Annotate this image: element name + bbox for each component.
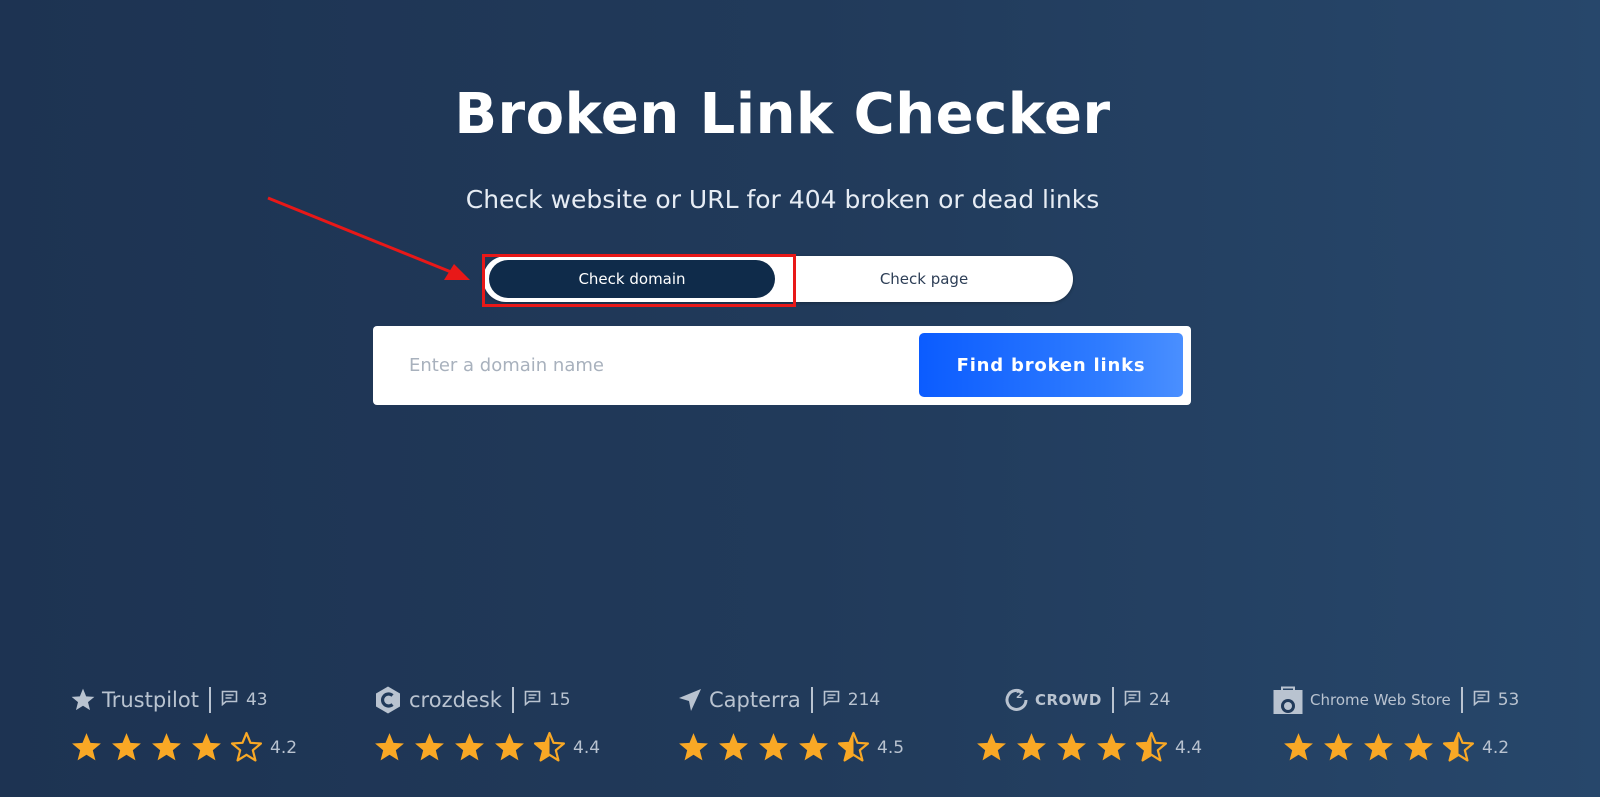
rating-g2-crowd[interactable]: 2 CROWD 24 4.4 bbox=[977, 680, 1293, 764]
review-count-value: 15 bbox=[548, 690, 571, 710]
mode-toggle: Check domain Check page bbox=[483, 256, 1073, 302]
chrome-store-logo-icon bbox=[1272, 684, 1304, 716]
star-full-icon bbox=[717, 731, 757, 764]
comment-icon bbox=[823, 690, 840, 711]
star-full-icon bbox=[150, 731, 190, 764]
review-count-value: 53 bbox=[1497, 690, 1520, 710]
rating-capterra[interactable]: Capterra 214 4.5 bbox=[677, 680, 967, 764]
svg-text:2: 2 bbox=[1016, 691, 1022, 701]
crozdesk-logo-icon bbox=[373, 685, 403, 715]
review-count: 15 bbox=[524, 690, 571, 711]
star-row: 4.2 bbox=[70, 731, 360, 764]
review-count: 53 bbox=[1473, 690, 1520, 711]
comment-icon bbox=[221, 690, 238, 711]
review-count-value: 43 bbox=[245, 690, 268, 710]
star-half-icon bbox=[837, 731, 877, 764]
star-full-icon bbox=[1055, 731, 1095, 764]
star-half-icon bbox=[533, 731, 573, 764]
star-full-icon bbox=[1402, 731, 1442, 764]
search-bar: Find broken links bbox=[373, 326, 1191, 405]
ratings-strip: Trustpilot 43 4.2 crozdesk 15 4.4 Capter… bbox=[0, 680, 1600, 790]
star-full-icon bbox=[70, 731, 110, 764]
star-row: 4.4 bbox=[373, 731, 663, 764]
crozdesk-brand: crozdesk bbox=[373, 685, 502, 715]
stars bbox=[70, 731, 270, 764]
star-full-icon bbox=[797, 731, 837, 764]
comment-icon bbox=[1124, 690, 1141, 711]
platform-name: CROWD bbox=[1035, 691, 1102, 709]
rating-score: 4.2 bbox=[1482, 737, 1510, 758]
find-broken-links-button[interactable]: Find broken links bbox=[919, 333, 1183, 397]
rating-trustpilot[interactable]: Trustpilot 43 4.2 bbox=[70, 680, 360, 764]
platform-name: crozdesk bbox=[409, 688, 502, 712]
g2-logo-icon: 2 bbox=[1003, 687, 1029, 713]
star-full-icon bbox=[1322, 731, 1362, 764]
star-full-icon bbox=[757, 731, 797, 764]
star-full-icon bbox=[190, 731, 230, 764]
review-count: 214 bbox=[823, 690, 880, 711]
star-row: 4.2 bbox=[1282, 731, 1562, 764]
star-full-icon bbox=[1362, 731, 1402, 764]
star-half-icon bbox=[1442, 731, 1482, 764]
g2-crowd-brand: 2 CROWD bbox=[1003, 687, 1102, 713]
stars bbox=[677, 731, 877, 764]
review-count: 43 bbox=[221, 690, 268, 711]
capterra-brand: Capterra bbox=[677, 687, 801, 713]
star-row: 4.4 bbox=[975, 731, 1293, 764]
star-full-icon bbox=[1095, 731, 1135, 764]
annotation-arrow-icon bbox=[267, 196, 470, 280]
star-full-icon bbox=[1015, 731, 1055, 764]
star-full-icon bbox=[373, 731, 413, 764]
platform-name: Capterra bbox=[709, 688, 801, 712]
platform-name: Chrome Web Store bbox=[1310, 691, 1451, 709]
star-full-icon bbox=[677, 731, 717, 764]
rating-score: 4.5 bbox=[877, 737, 905, 758]
divider bbox=[208, 687, 211, 713]
check-domain-tab[interactable]: Check domain bbox=[489, 260, 775, 298]
star-full-icon bbox=[453, 731, 493, 764]
star-full-icon bbox=[1282, 731, 1322, 764]
chrome-web-store-brand: Chrome Web Store bbox=[1272, 684, 1451, 716]
stars bbox=[1282, 731, 1482, 764]
star-empty-icon bbox=[230, 731, 270, 764]
star-full-icon bbox=[413, 731, 453, 764]
divider bbox=[810, 687, 813, 713]
review-count: 24 bbox=[1124, 690, 1171, 711]
divider bbox=[1460, 687, 1463, 713]
star-full-icon bbox=[975, 731, 1015, 764]
check-page-tab[interactable]: Check page bbox=[781, 260, 1067, 298]
domain-input[interactable] bbox=[409, 326, 899, 405]
divider bbox=[511, 687, 514, 713]
review-count-value: 214 bbox=[847, 690, 881, 710]
rating-score: 4.4 bbox=[1175, 737, 1203, 758]
rating-crozdesk[interactable]: crozdesk 15 4.4 bbox=[373, 680, 663, 764]
platform-name: Trustpilot bbox=[102, 688, 199, 712]
star-full-icon bbox=[110, 731, 150, 764]
review-count-value: 24 bbox=[1148, 690, 1171, 710]
trustpilot-brand: Trustpilot bbox=[70, 687, 199, 713]
divider bbox=[1111, 687, 1114, 713]
comment-icon bbox=[524, 690, 541, 711]
stars bbox=[975, 731, 1175, 764]
comment-icon bbox=[1473, 690, 1490, 711]
page-subtitle: Check website or URL for 404 broken or d… bbox=[465, 185, 1100, 214]
star-logo-icon bbox=[70, 687, 96, 713]
star-full-icon bbox=[493, 731, 533, 764]
rating-score: 4.2 bbox=[270, 737, 298, 758]
capterra-logo-icon bbox=[677, 687, 703, 713]
star-half-icon bbox=[1135, 731, 1175, 764]
star-row: 4.5 bbox=[677, 731, 967, 764]
page-title: Broken Link Checker bbox=[454, 82, 1111, 147]
rating-score: 4.4 bbox=[573, 737, 601, 758]
rating-chrome-web-store[interactable]: Chrome Web Store 53 4.2 bbox=[1272, 680, 1562, 764]
stars bbox=[373, 731, 573, 764]
